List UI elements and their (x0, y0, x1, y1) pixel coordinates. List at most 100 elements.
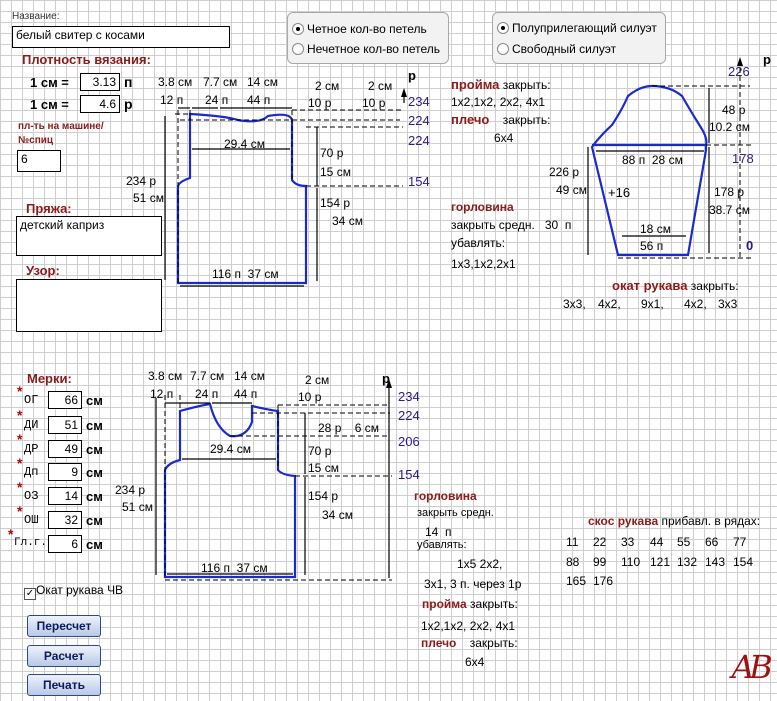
back-bottom-width: 116 п 37 см (212, 267, 279, 281)
sleeve-slope-cell: 121 (650, 555, 671, 569)
front-armhole-seq: 1х2,1х2, 2х2, 4х1 (421, 619, 516, 633)
back-neck-decrease: убавлять: (451, 236, 506, 250)
back-shoulder-cm: 3.8 см (158, 75, 193, 89)
sleeve-slope-cell: 88 (566, 555, 580, 569)
measure-code-glg: Гл.г. (14, 537, 48, 549)
measure-unit-di: см (86, 418, 103, 433)
required-icon: * (17, 407, 23, 423)
sleeve-cap-checkbox[interactable]: ✓ Окат рукава ЧВ (24, 583, 123, 600)
sleeve-cap-seq-2: 4х2, (598, 297, 621, 311)
measure-input-oz[interactable]: 14 (48, 487, 82, 505)
measure-input-og[interactable]: 66 (48, 391, 82, 409)
sleeve-cap-seq-1: 3х3, (563, 297, 586, 311)
front-piece-outline (163, 402, 297, 579)
print-button[interactable]: Печать (27, 674, 101, 696)
measure-code-di: ДИ (24, 418, 39, 432)
back-body-cm: 34 см (332, 214, 363, 228)
sleeve-rows-header: р (763, 52, 771, 67)
front-neck-depth-rows: 28 р 6 см (318, 421, 380, 435)
front-neck-width-cm: 7.7 см (190, 369, 225, 383)
calculate-button[interactable]: Расчет (27, 645, 101, 667)
front-neck-title: горловина (414, 489, 477, 503)
back-dimension-lines (175, 109, 403, 283)
sleeve-cap-cm: 10.2 см (709, 120, 750, 134)
sleeve-cuff-st: 56 п (640, 239, 664, 253)
back-chest-width: 29.4 см (224, 137, 265, 151)
front-body-rows: 154 р (308, 489, 339, 503)
front-shoulder-st: 12 п (150, 387, 174, 401)
sleeve-right-rows: 178 р (714, 185, 745, 199)
sleeve-row-226: 226 (728, 64, 750, 79)
back-neck-st: 44 п (247, 93, 271, 107)
measure-input-osh[interactable]: 32 (48, 511, 82, 529)
front-chest-width: 29.4 см (210, 442, 251, 456)
back-shoulder-seq: 6х4 (494, 131, 514, 145)
front-rows-header: р (382, 371, 390, 386)
front-shoulder-cm: 3.8 см (148, 369, 183, 383)
measures-title: Мерки: (27, 371, 72, 386)
sleeve-left-cm: 49 см (556, 183, 587, 197)
front-bottom-width: 116 п 37 см (201, 561, 268, 575)
sleeve-cap-block: окат рукава закрыть: (612, 278, 739, 293)
sleeve-slope-cell: 154 (733, 555, 754, 569)
measure-input-dp[interactable]: 9 (48, 463, 82, 481)
measure-input-glg[interactable]: 6 (48, 535, 82, 553)
sleeve-slope-cell: 55 (677, 535, 691, 549)
sleeve-cuff-cm: 18 см (640, 222, 671, 236)
sleeve-slope-cell: 33 (621, 535, 635, 549)
front-shoulder-drop-cm: 2 см (305, 373, 330, 387)
sleeve-increase: +16 (608, 185, 631, 200)
measure-unit-oz: см (86, 489, 103, 504)
measure-code-og: ОГ (24, 393, 39, 407)
sleeve-slope-cell: 176 (593, 574, 614, 588)
measure-unit-dp: см (86, 465, 103, 480)
sleeve-row-178: 178 (732, 151, 754, 166)
sleeve-slope-cell: 165 (566, 574, 587, 588)
sleeve-row-0: 0 (746, 238, 754, 253)
front-row-mark-206: 206 (398, 434, 420, 449)
back-row-mark-154: 154 (408, 174, 430, 189)
measure-unit-og: см (86, 393, 103, 408)
back-neck-close: закрыть средн. 30 п (451, 218, 572, 232)
back-armhole-rows: 70 р (320, 146, 344, 160)
sleeve-slope-header: скос рукава прибавл. в рядах: (588, 514, 761, 528)
back-rows-header: р (408, 68, 416, 83)
sleeve-cap-checkbox-label: Окат рукава ЧВ (36, 583, 124, 597)
sleeve-cap-seq-5: 3х3 (718, 297, 738, 311)
back-row-mark-224a: 224 (408, 113, 430, 128)
front-row-mark-154: 154 (398, 467, 420, 482)
measure-unit-dr: см (86, 442, 103, 457)
measure-unit-glg: см (86, 537, 103, 552)
front-row-mark-224: 224 (398, 408, 420, 423)
measure-code-osh: ОШ (24, 513, 39, 527)
sleeve-right-cm: 38.7 см (709, 203, 750, 217)
sleeve-left-rows: 226 р (549, 165, 580, 179)
measure-input-dr[interactable]: 49 (48, 440, 82, 458)
required-icon: * (17, 431, 23, 447)
recalculate-button[interactable]: Пересчет (27, 615, 101, 637)
front-neck-cm: 14 см (234, 369, 265, 383)
back-neck-drop-cm: 2 см (368, 79, 393, 93)
sleeve-slope-cell: 143 (705, 555, 726, 569)
back-shoulder-rows: 10 р (308, 96, 332, 110)
sleeve-cap-seq-3: 9х1, (641, 297, 664, 311)
front-neck-seq-1: 1х5 2х2, (457, 557, 503, 571)
back-row-mark-224b: 224 (408, 133, 430, 148)
front-armhole-block: пройма закрыть: (422, 597, 518, 611)
required-icon: * (17, 503, 23, 519)
back-arrows (164, 93, 405, 287)
front-neck-st: 44 п (234, 387, 258, 401)
sleeve-slope-cell: 99 (593, 555, 607, 569)
front-armhole-rows: 70 р (308, 444, 332, 458)
checkmark-icon: ✓ (24, 588, 36, 600)
back-total-rows: 234 р (126, 174, 157, 188)
front-arrows (155, 385, 390, 578)
front-neck-width-st: 24 п (195, 387, 219, 401)
sleeve-slope-cell: 22 (593, 535, 607, 549)
front-neck-decrease: убавлять: (417, 539, 467, 551)
measure-code-oz: ОЗ (24, 489, 39, 503)
measure-input-di[interactable]: 51 (48, 416, 82, 434)
back-shoulder-st: 12 п (160, 93, 184, 107)
front-shoulder-seq: 6х4 (465, 655, 485, 669)
measure-code-dp: Дп (24, 465, 39, 479)
